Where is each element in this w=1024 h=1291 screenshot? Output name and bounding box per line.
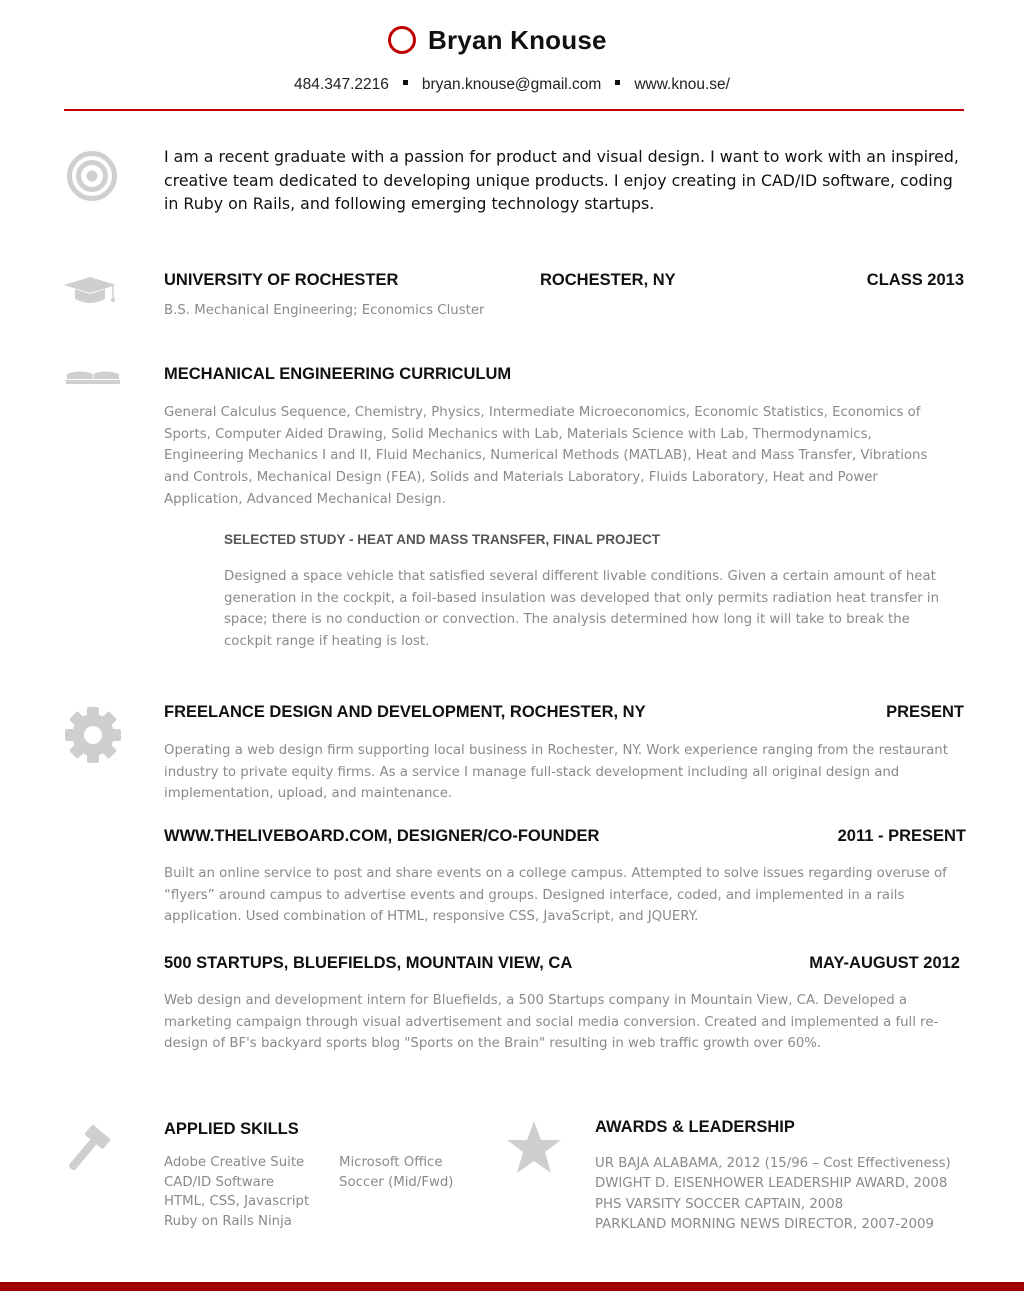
open-book-icon [66, 371, 120, 384]
skills-title: APPLIED SKILLS [164, 1120, 299, 1138]
footer-bar [0, 1282, 1024, 1291]
school-name: UNIVERSITY OF ROCHESTER [164, 271, 399, 289]
separator-square-icon [615, 80, 621, 86]
gear-icon [65, 707, 121, 763]
award-item: DWIGHT D. EISENHOWER LEADERSHIP AWARD, 2… [595, 1176, 948, 1192]
experience-description: Operating a web design firm supporting l… [164, 743, 948, 802]
experience-title: WWW.THELIVEBOARD.COM, DESIGNER/CO-FOUNDE… [164, 827, 600, 845]
experience-date: PRESENT [886, 703, 964, 721]
contact-line: 484.347.2216 bryan.knouse@gmail.com www.kn… [0, 76, 1024, 94]
experience-date: MAY-AUGUST 2012 [809, 954, 960, 972]
skill-item: Adobe Creative Suite [164, 1155, 305, 1170]
skills-column-1: Adobe Creative Suite CAD/ID Software HTM… [164, 1153, 309, 1231]
skill-item: CAD/ID Software [164, 1174, 275, 1190]
skill-item: Ruby on Rails Ninja [164, 1213, 292, 1229]
awards-list: UR BAJA ALABAMA, 2012 (15/96 – Cost Effe… [595, 1154, 951, 1235]
star-icon [507, 1121, 561, 1173]
skills-column-2: Microsoft Office Soccer (Mid/Fwd) [339, 1153, 454, 1192]
objective-statement: I am a recent graduate with a passion fo… [164, 147, 959, 213]
experience-title: FREELANCE DESIGN AND DEVELOPMENT, ROCHES… [164, 703, 646, 721]
curriculum-title: MECHANICAL ENGINEERING CURRICULUM [164, 365, 512, 383]
email-link[interactable]: bryan.knouse@gmail.com [422, 76, 601, 93]
website-link[interactable]: www.knou.se/ [634, 76, 730, 93]
experience-description: Web design and development intern for Bl… [164, 993, 939, 1052]
school-location: ROCHESTER, NY [540, 271, 676, 289]
curriculum-courses: General Calculus Sequence, Chemistry, Ph… [164, 405, 928, 507]
skill-item: Soccer (Mid/Fwd) [339, 1174, 454, 1190]
experience-date: 2011 - PRESENT [837, 827, 966, 845]
phone-number: 484.347.2216 [294, 76, 389, 93]
class-year: CLASS 2013 [866, 271, 964, 289]
target-icon [67, 151, 117, 201]
hammer-icon [69, 1125, 111, 1171]
experience-description: Built an online service to post and shar… [164, 866, 947, 925]
degree-text: B.S. Mechanical Engineering; Economics C… [164, 303, 485, 318]
logo-circle-icon [388, 26, 416, 54]
resume-name: Bryan Knouse [428, 24, 607, 55]
awards-title: AWARDS & LEADERSHIP [595, 1118, 795, 1136]
award-item: UR BAJA ALABAMA, 2012 (15/96 – Cost Effe… [595, 1156, 951, 1171]
separator-square-icon [402, 80, 408, 86]
header-name-block: Bryan Knouse [388, 24, 607, 56]
selected-study-title: SELECTED STUDY - HEAT AND MASS TRANSFER,… [224, 532, 661, 547]
selected-study-description: Designed a space vehicle that satisfied … [224, 569, 940, 650]
award-item: PHS VARSITY SOCCER CAPTAIN, 2008 [595, 1196, 844, 1212]
graduation-cap-icon [64, 277, 116, 303]
header-divider [64, 109, 964, 111]
skill-item: HTML, CSS, Javascript [164, 1194, 310, 1209]
award-item: PARKLAND MORNING NEWS DIRECTOR, 2007-200… [595, 1216, 934, 1232]
skill-item: Microsoft Office [339, 1155, 443, 1170]
experience-title: 500 STARTUPS, BLUEFIELDS, MOUNTAIN VIEW,… [164, 954, 573, 972]
